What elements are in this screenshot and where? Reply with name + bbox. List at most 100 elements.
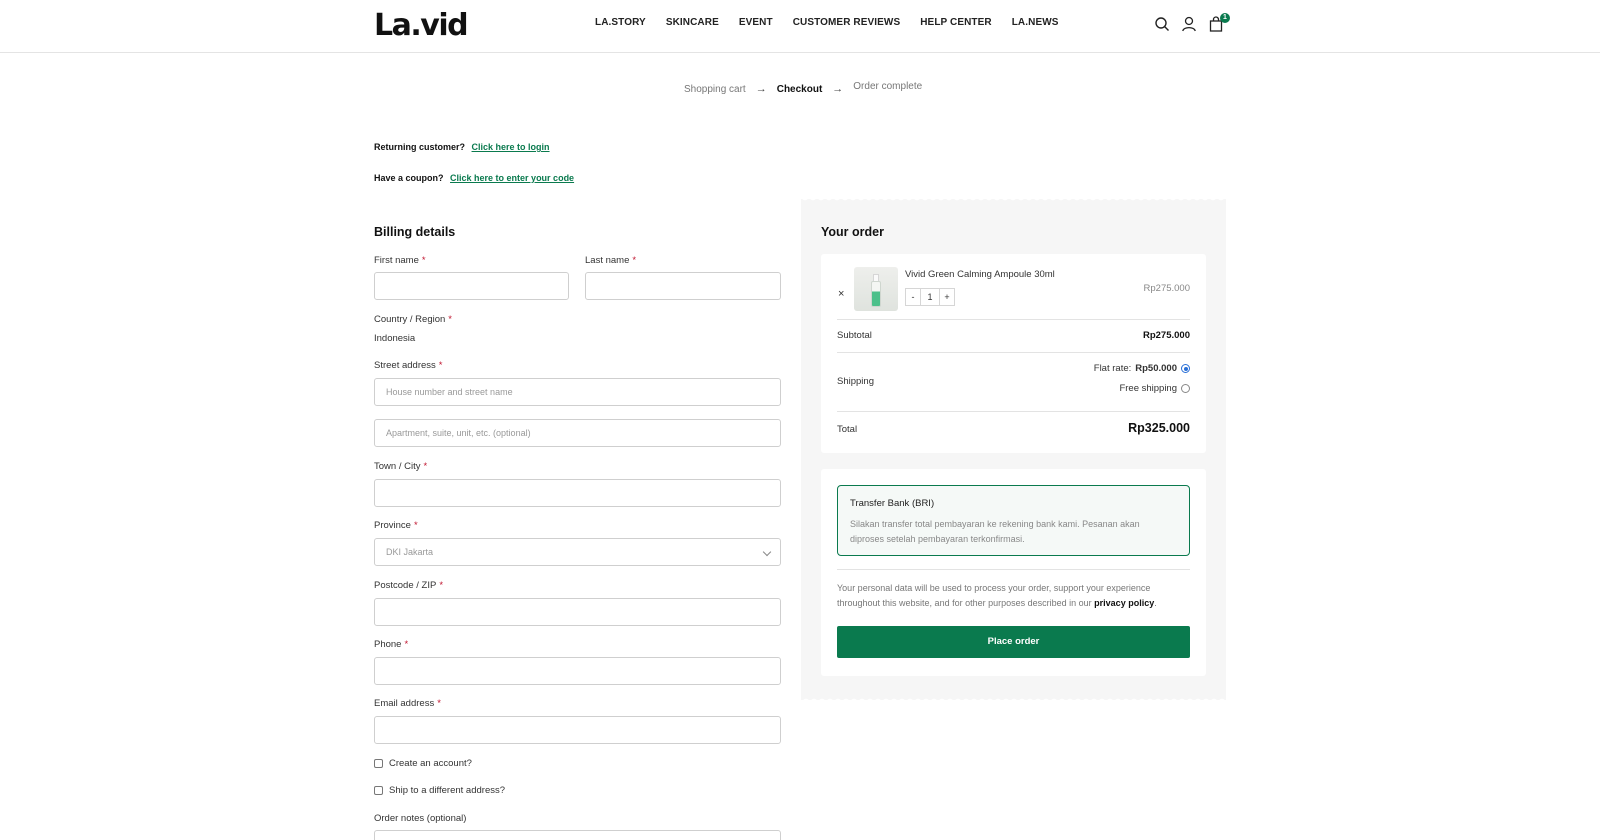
billing-form: Billing details First name * Last name * C… [374,225,781,840]
qty-increase-button[interactable]: + [939,288,955,306]
last-name-label: Last name * [585,255,637,266]
required-mark: * [632,255,637,266]
province-label: Province * [374,520,418,531]
order-title: Your order [821,225,884,239]
ship-different-option[interactable]: Ship to a different address? [374,785,505,796]
step-arrow-icon: → [832,83,844,95]
create-account-checkbox[interactable] [374,759,383,768]
nav-la-news[interactable]: LA.NEWS [1012,17,1059,28]
phone-label: Phone * [374,639,409,650]
email-field[interactable] [374,716,781,744]
product-name[interactable]: Vivid Green Calming Ampoule 30ml [905,269,1055,280]
subtotal-value: Rp275.000 [1142,330,1190,341]
coupon-text: Have a coupon? [374,173,444,183]
create-account-option[interactable]: Create an account? [374,758,472,769]
free-shipping-label: Free shipping [1119,383,1177,394]
required-mark: * [437,698,441,709]
street-address-field[interactable]: House number and street name [374,378,781,406]
apartment-field[interactable]: Apartment, suite, unit, etc. (optional) [374,419,781,447]
street-address-label: Street address * [374,360,443,371]
shipping-option-flat-rate[interactable]: Flat rate: Rp50.000 [1094,363,1190,374]
step-arrow-icon: → [755,83,767,95]
order-notes-field[interactable] [374,830,781,840]
coupon-link[interactable]: Click here to enter your code [450,173,574,183]
country-label: Country / Region * [374,314,452,325]
product-price: Rp275.000 [1143,283,1190,294]
search-icon[interactable] [1154,16,1170,32]
site-header: La.vid LA.STORY SKINCARE EVENT CUSTOMER … [0,0,1600,53]
payment-method-description: Silakan transfer total pembayaran ke rek… [850,519,1140,544]
country-value: Indonesia [374,333,416,344]
email-label: Email address * [374,698,441,709]
main-nav: LA.STORY SKINCARE EVENT CUSTOMER REVIEWS… [595,17,1079,28]
divider [837,411,1190,412]
nav-event[interactable]: EVENT [739,17,773,28]
step-order-complete: Order complete [853,80,923,92]
qty-decrease-button[interactable]: - [905,288,921,306]
create-account-label: Create an account? [389,758,472,769]
postcode-label: Postcode / ZIP * [374,580,444,591]
shipping-label: Shipping [837,376,874,387]
required-mark: * [448,314,452,325]
postcode-field[interactable] [374,598,781,626]
first-name-field[interactable] [374,272,569,300]
login-link[interactable]: Click here to login [472,142,550,152]
city-field[interactable] [374,479,781,507]
order-review-card: × Vivid Green Calming Ampoule 30ml - 1 +… [821,254,1206,453]
payment-card: Transfer Bank (BRI) Silakan transfer tot… [821,469,1206,676]
site-logo[interactable]: La.vid [374,8,469,43]
province-select[interactable]: DKI Jakarta [374,538,781,566]
nav-la-story[interactable]: LA.STORY [595,17,646,28]
returning-customer-text: Returning customer? [374,142,466,152]
nav-skincare[interactable]: SKINCARE [666,17,719,28]
required-mark: * [438,360,443,371]
required-mark: * [421,255,426,266]
cart-count-badge: 1 [1220,13,1230,23]
first-name-label: First name * [374,255,426,266]
step-shopping-cart[interactable]: Shopping cart [684,84,746,95]
city-label: Town / City * [374,461,428,472]
last-name-field[interactable] [585,272,781,300]
divider [837,352,1190,353]
flat-rate-value: Rp50.000 [1135,363,1177,374]
chevron-down-icon [762,547,772,557]
nav-help-center[interactable]: HELP CENTER [920,17,991,28]
billing-title: Billing details [374,225,456,239]
privacy-policy-link[interactable]: privacy policy [1094,598,1154,608]
ship-different-checkbox[interactable] [374,786,383,795]
free-shipping-radio[interactable] [1181,384,1190,393]
required-mark: * [404,639,409,650]
remove-item-icon[interactable]: × [838,288,844,300]
required-mark: * [423,461,428,472]
flat-rate-label: Flat rate: [1093,363,1132,374]
order-summary-panel: Your order × Vivid Green Calming Ampoule… [801,197,1226,700]
subtotal-label: Subtotal [837,330,872,341]
step-checkout: Checkout [776,83,823,95]
total-label: Total [837,424,858,435]
required-mark: * [413,520,418,531]
product-thumbnail[interactable] [854,267,898,311]
ship-different-label: Ship to a different address? [389,785,506,796]
payment-method-bank-transfer[interactable]: Transfer Bank (BRI) Silakan transfer tot… [837,485,1190,556]
quantity-stepper: - 1 + [905,288,955,306]
payment-method-title: Transfer Bank (BRI) [850,498,935,509]
cart-icon[interactable]: 1 [1208,13,1230,32]
flat-rate-radio[interactable] [1181,364,1190,373]
divider [837,569,1190,570]
province-value: DKI Jakarta [386,547,434,557]
coupon-notice: Have a coupon? Click here to enter your … [374,173,574,183]
total-value: Rp325.000 [1128,421,1190,435]
header-icons: 1 [1154,13,1230,32]
user-icon[interactable] [1181,16,1197,32]
order-notes-label: Order notes (optional) [374,813,467,824]
divider [837,319,1190,320]
returning-customer-notice: Returning customer? Click here to login [374,142,550,152]
privacy-notice: Your personal data will be used to proce… [837,583,1157,608]
shipping-option-free[interactable]: Free shipping [1119,383,1190,394]
phone-field[interactable] [374,657,781,685]
qty-input[interactable]: 1 [920,288,940,306]
nav-customer-reviews[interactable]: CUSTOMER REVIEWS [793,17,901,28]
place-order-button[interactable]: Place order [837,626,1190,658]
checkout-steps: Shopping cart → Checkout → Order complet… [684,80,923,96]
required-mark: * [439,580,444,591]
